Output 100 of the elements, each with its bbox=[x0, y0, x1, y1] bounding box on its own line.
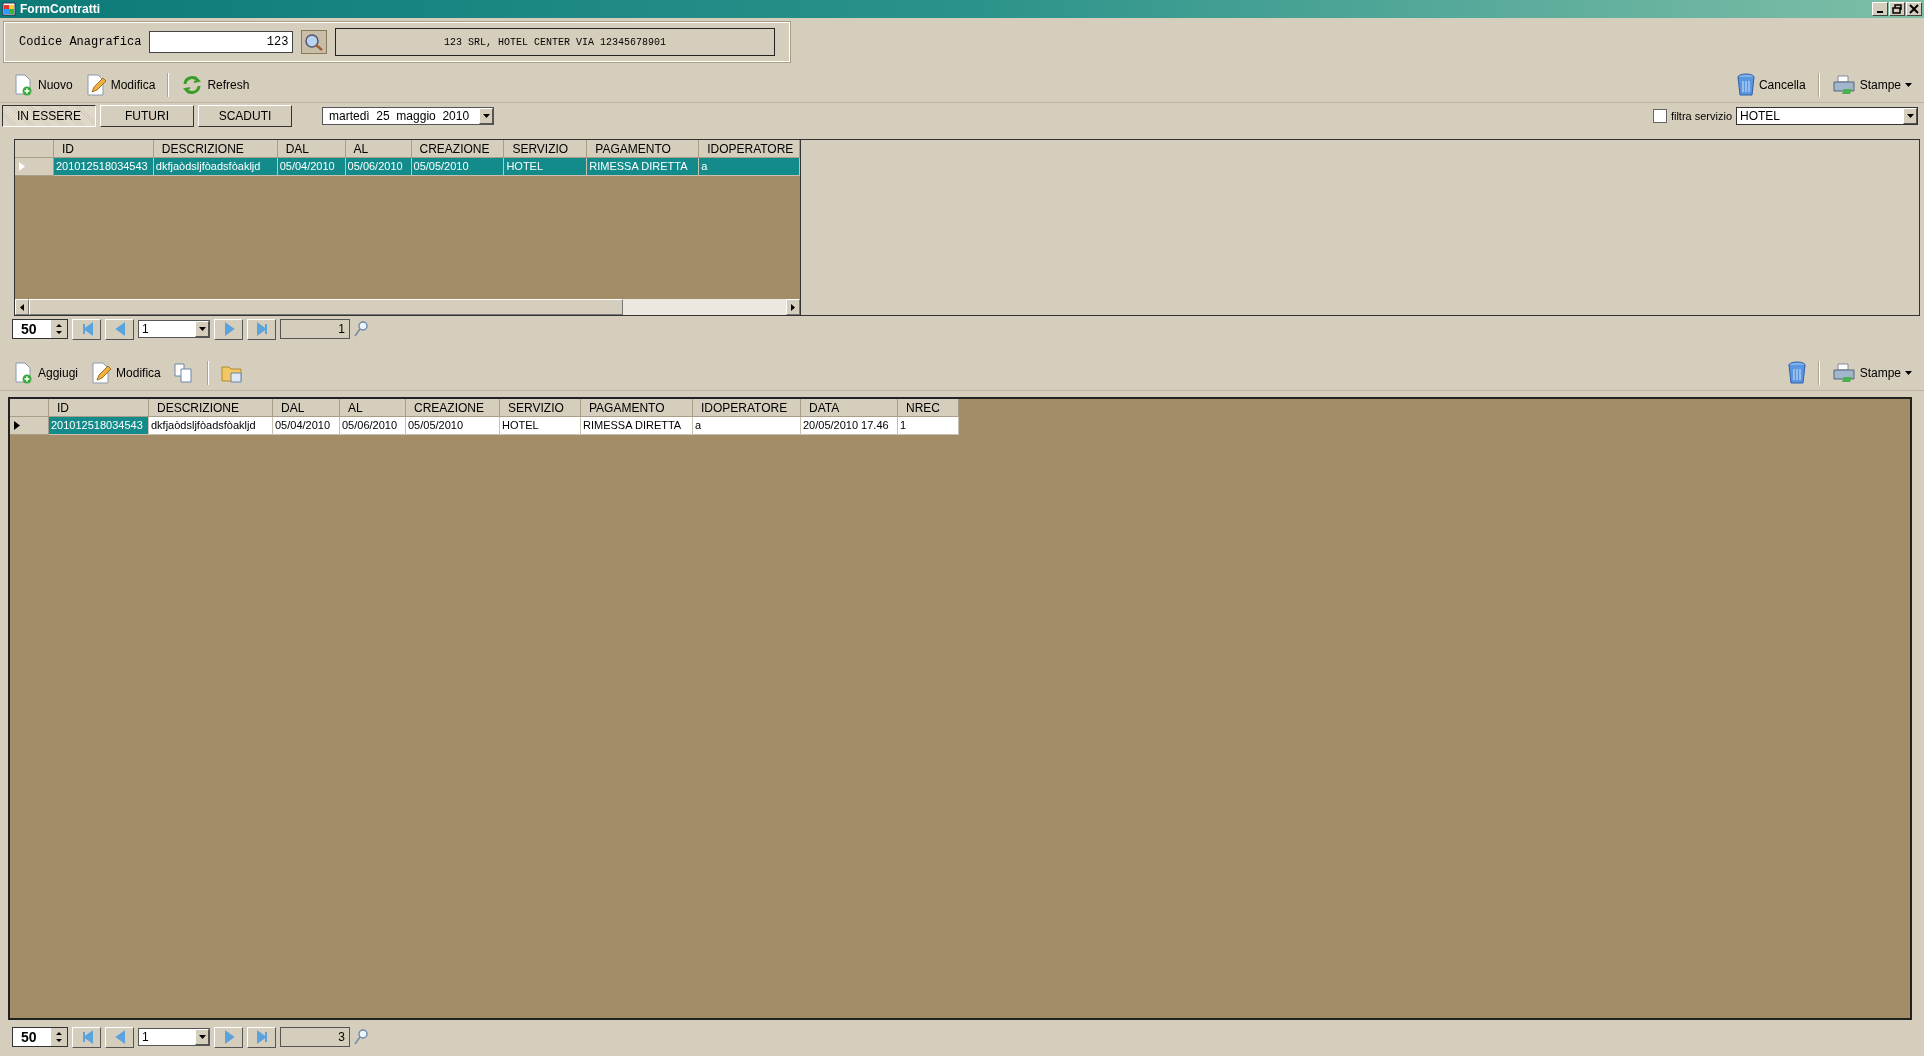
column-header[interactable]: IDOPERATORE bbox=[693, 399, 801, 417]
minimize-button[interactable] bbox=[1872, 2, 1888, 16]
dropdown-arrow-icon bbox=[198, 1035, 206, 1039]
last-page-button[interactable] bbox=[247, 1026, 276, 1048]
table-cell: a bbox=[699, 158, 800, 176]
restore-icon bbox=[1892, 4, 1902, 14]
app-icon bbox=[2, 2, 16, 16]
service-dropdown[interactable]: HOTEL bbox=[1736, 107, 1918, 125]
table-cell: 05/04/2010 bbox=[273, 417, 340, 435]
customer-result-field: 123 SRL, HOTEL CENTER VIA 12345678901 bbox=[335, 28, 775, 56]
filter-label: filtra servizio bbox=[1670, 110, 1732, 122]
tab[interactable]: SCADUTI bbox=[198, 105, 292, 127]
new-document-icon bbox=[12, 362, 34, 384]
tab[interactable]: FUTURI bbox=[100, 105, 194, 127]
page-dropdown[interactable]: 1 bbox=[138, 1028, 210, 1046]
search-icon[interactable] bbox=[354, 1029, 368, 1045]
table-cell: 20/05/2010 17.46 bbox=[801, 417, 898, 435]
page-size-spinner[interactable]: 50 bbox=[12, 319, 68, 339]
printer-icon bbox=[1831, 362, 1856, 384]
code-field[interactable]: 123 bbox=[149, 31, 294, 53]
table-cell: RIMESSA DIRETTA bbox=[587, 158, 700, 176]
magnifier-icon bbox=[304, 33, 325, 51]
column-header[interactable]: DATA bbox=[801, 399, 898, 417]
record-count-field: 1 bbox=[280, 319, 350, 339]
print-button[interactable]: Stampe bbox=[1827, 360, 1916, 386]
table-cell: 05/05/2010 bbox=[406, 417, 500, 435]
minimize-icon bbox=[1877, 11, 1883, 13]
close-button[interactable] bbox=[1906, 2, 1922, 16]
caret-icon bbox=[1905, 371, 1912, 375]
copy-documents-icon bbox=[172, 362, 195, 384]
column-header[interactable]: DAL bbox=[277, 140, 346, 158]
new-button[interactable]: Aggiugi bbox=[8, 360, 83, 386]
table-cell: 201012518034543 bbox=[49, 417, 149, 435]
table-cell: 05/05/2010 bbox=[411, 158, 505, 176]
next-page-button[interactable] bbox=[214, 1026, 243, 1048]
first-page-button[interactable] bbox=[72, 318, 101, 340]
next-page-button[interactable] bbox=[214, 318, 243, 340]
window-title: FormContratti bbox=[20, 2, 101, 16]
refresh-icon bbox=[181, 74, 204, 96]
scroll-right-icon bbox=[791, 303, 795, 311]
horizontal-scrollbar[interactable] bbox=[15, 299, 800, 315]
dropdown-arrow-icon bbox=[1906, 114, 1914, 118]
print-button[interactable]: Stampe bbox=[1827, 72, 1916, 98]
column-header[interactable]: IDOPERATORE bbox=[699, 140, 800, 158]
trash-can-icon bbox=[1787, 361, 1806, 385]
column-header[interactable]: CREAZIONE bbox=[406, 399, 500, 417]
date-picker[interactable]: martedì 25 maggio 2010 bbox=[322, 107, 494, 125]
column-header[interactable]: DAL bbox=[273, 399, 340, 417]
filter-checkbox[interactable] bbox=[1652, 109, 1667, 123]
search-icon[interactable] bbox=[354, 321, 368, 337]
previous-page-button[interactable] bbox=[105, 1026, 134, 1048]
new-document-icon bbox=[12, 74, 34, 96]
printer-icon bbox=[1831, 74, 1856, 96]
scroll-left-icon bbox=[20, 303, 24, 311]
last-page-button[interactable] bbox=[247, 318, 276, 340]
table-cell: 05/04/2010 bbox=[277, 158, 346, 176]
column-header[interactable]: NREC bbox=[898, 399, 959, 417]
tab[interactable]: IN ESSERE bbox=[2, 105, 96, 127]
column-header[interactable]: PAGAMENTO bbox=[581, 399, 693, 417]
previous-page-button[interactable] bbox=[105, 318, 134, 340]
caret-icon bbox=[1905, 83, 1912, 87]
new-button[interactable]: Nuovo bbox=[8, 72, 77, 98]
table-cell: a bbox=[693, 417, 801, 435]
table-cell: 05/06/2010 bbox=[340, 417, 406, 435]
table-cell: 201012518034543 bbox=[53, 158, 154, 176]
record-count-field: 3 bbox=[280, 1027, 350, 1047]
table-cell: dkfjaòdsljfòadsfòakljd bbox=[153, 158, 278, 176]
column-header[interactable]: PAGAMENTO bbox=[587, 140, 700, 158]
column-header[interactable]: SERVIZIO bbox=[504, 140, 588, 158]
search-button[interactable] bbox=[301, 30, 328, 54]
edit-button[interactable]: Modifica bbox=[86, 360, 165, 386]
spinner-arrows-icon bbox=[55, 322, 63, 336]
table-cell: 05/06/2010 bbox=[345, 158, 412, 176]
edit-button[interactable]: Modifica bbox=[80, 72, 160, 98]
first-page-button[interactable] bbox=[72, 1026, 101, 1048]
delete-button[interactable]: Cancella bbox=[1732, 71, 1810, 99]
column-header[interactable]: ID bbox=[53, 140, 154, 158]
column-header[interactable]: ID bbox=[49, 399, 149, 417]
dropdown-arrow-icon bbox=[198, 327, 206, 331]
page-size-spinner[interactable]: 50 bbox=[12, 1027, 68, 1047]
page-dropdown[interactable]: 1 bbox=[138, 320, 210, 338]
restore-button[interactable] bbox=[1889, 2, 1905, 16]
field-label: Codice Anagrafica bbox=[19, 35, 142, 49]
table-cell: 1 bbox=[898, 417, 959, 435]
edit-document-icon bbox=[84, 74, 107, 96]
column-header[interactable]: CREAZIONE bbox=[411, 140, 505, 158]
refresh-button[interactable]: Refresh bbox=[177, 72, 254, 98]
table-cell: dkfjaòdsljfòadsfòakljd bbox=[149, 417, 273, 435]
edit-document-icon bbox=[90, 362, 113, 384]
column-header[interactable]: AL bbox=[340, 399, 406, 417]
column-header[interactable]: DESCRIZIONE bbox=[153, 140, 278, 158]
column-header[interactable]: AL bbox=[345, 140, 412, 158]
column-header[interactable]: DESCRIZIONE bbox=[149, 399, 273, 417]
column-header[interactable]: SERVIZIO bbox=[500, 399, 581, 417]
trash-can-icon bbox=[1736, 73, 1755, 97]
close-icon bbox=[1909, 4, 1919, 14]
table-cell: HOTEL bbox=[500, 417, 581, 435]
table-cell: RIMESSA DIRETTA bbox=[581, 417, 693, 435]
dropdown-arrow-icon bbox=[482, 114, 490, 118]
table-cell: HOTEL bbox=[504, 158, 588, 176]
